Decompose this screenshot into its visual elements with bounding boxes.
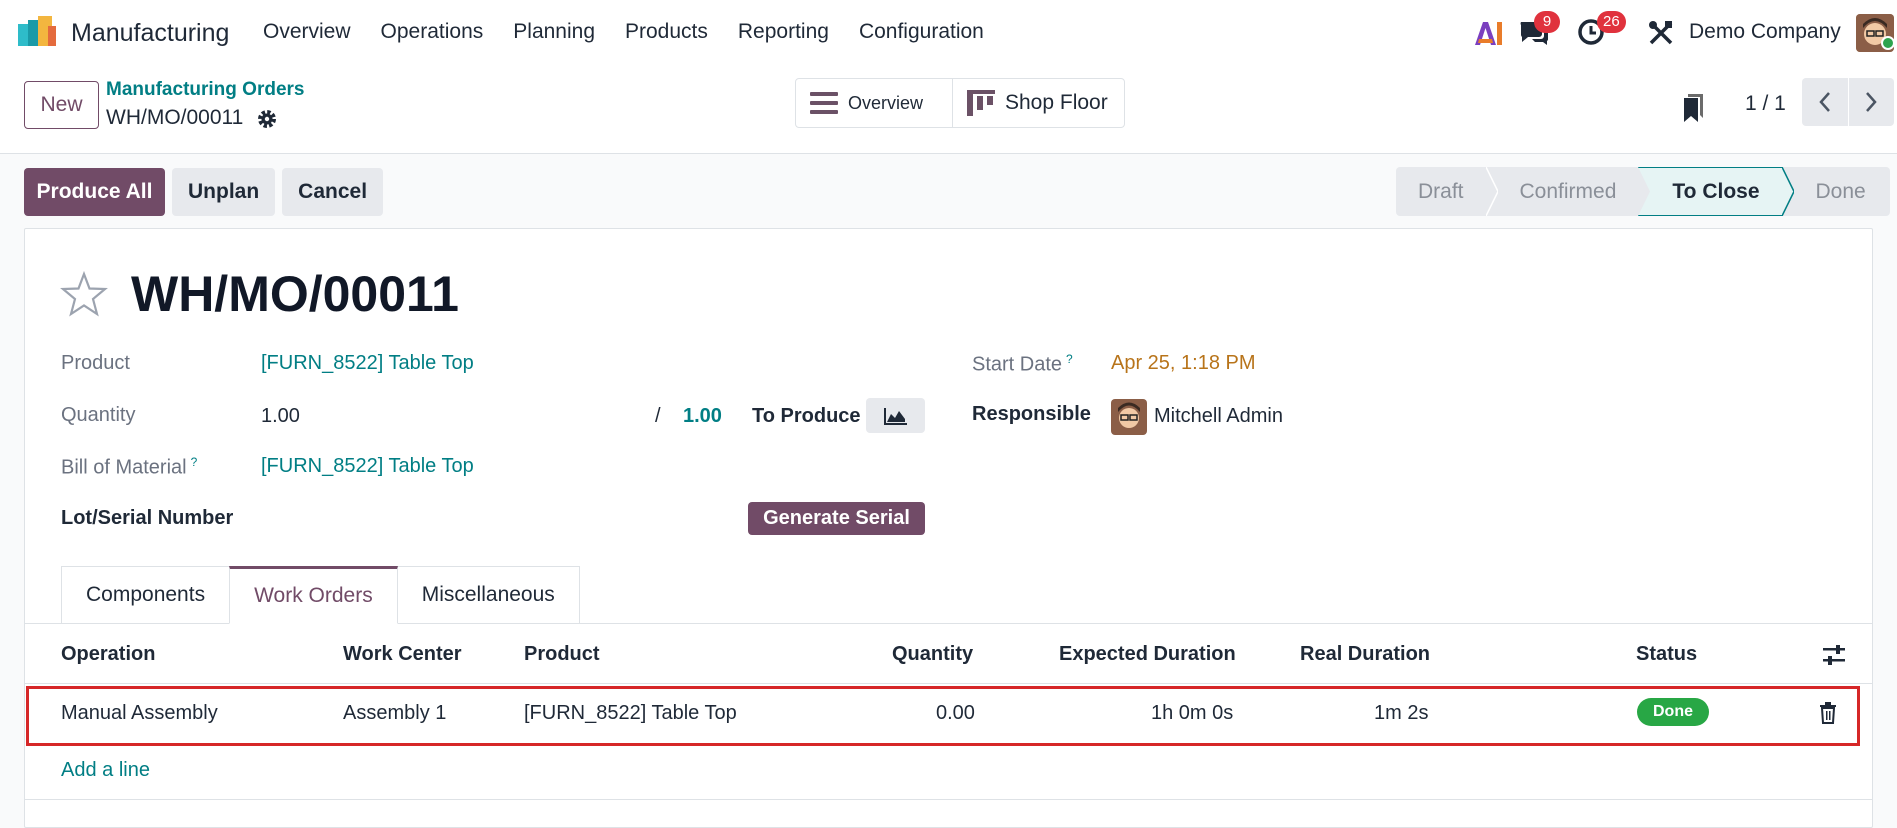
cell-quantity[interactable]: 0.00 [936, 702, 975, 725]
tab-miscellaneous[interactable]: Miscellaneous [396, 566, 580, 624]
online-status-dot [1881, 36, 1895, 50]
menu-products[interactable]: Products [625, 20, 708, 44]
menu-reporting[interactable]: Reporting [738, 20, 829, 44]
lot-serial-label: Lot/Serial Number [61, 507, 234, 529]
product-value[interactable]: [FURN_8522] Table Top [261, 352, 474, 375]
stage-arrow [1485, 167, 1498, 216]
quantity-label: Quantity [61, 404, 136, 426]
stage-confirmed-label: Confirmed [1519, 180, 1617, 203]
pager-value[interactable]: 1 / 1 [1745, 92, 1786, 116]
stage-draft[interactable]: Draft [1396, 167, 1498, 216]
bom-value[interactable]: [FURN_8522] Table Top [261, 455, 474, 478]
column-real-duration[interactable]: Real Duration [1300, 643, 1430, 666]
trash-icon[interactable] [1818, 702, 1838, 724]
record-title: WH/MO/00011 [131, 266, 459, 322]
cell-real-duration[interactable]: 1m 2s [1374, 702, 1428, 725]
column-expected-duration[interactable]: Expected Duration [1059, 643, 1236, 666]
chat-badge: 9 [1534, 11, 1560, 33]
breadcrumb-current: WH/MO/00011 [106, 106, 244, 129]
to-produce-label: To Produce [752, 405, 861, 427]
stage-arrow [1638, 167, 1651, 216]
view-switcher: Overview Shop Floor [795, 78, 1125, 128]
table-header-divider [25, 683, 1872, 684]
responsible-value[interactable]: Mitchell Admin [1154, 405, 1283, 428]
table-bottom-divider [25, 799, 1872, 800]
shop-floor-button[interactable]: Shop Floor [953, 79, 1122, 127]
main-menu: Overview Operations Planning Products Re… [263, 20, 1014, 44]
area-chart-icon [883, 407, 907, 425]
shop-floor-label: Shop Floor [1005, 91, 1108, 114]
ai-icon[interactable] [1473, 19, 1503, 47]
manufacturing-app-icon[interactable] [18, 16, 60, 46]
responsible-avatar [1111, 399, 1147, 435]
cell-expected-duration[interactable]: 1h 0m 0s [1151, 702, 1233, 725]
column-status[interactable]: Status [1636, 643, 1697, 666]
generate-serial-button[interactable]: Generate Serial [748, 502, 925, 535]
stage-done[interactable]: Done [1781, 167, 1890, 216]
stage-to-close[interactable]: To Close [1638, 167, 1794, 216]
start-date-label-text: Start Date [972, 353, 1063, 376]
shop-floor-icon [967, 90, 995, 116]
quantity-separator: / [655, 405, 661, 427]
column-work-center[interactable]: Work Center [343, 643, 462, 666]
stage-confirmed[interactable]: Confirmed [1485, 167, 1651, 216]
quantity-total[interactable]: 1.00 [683, 405, 722, 428]
cell-work-center[interactable]: Assembly 1 [343, 702, 446, 725]
menu-configuration[interactable]: Configuration [859, 20, 984, 44]
start-date-value[interactable]: Apr 25, 1:18 PM [1111, 352, 1256, 375]
debug-tools-icon[interactable] [1648, 20, 1674, 46]
star-icon[interactable] [60, 271, 108, 319]
new-button[interactable]: New [24, 81, 99, 129]
status-bar: Draft Confirmed To Close Done [1396, 167, 1890, 216]
status-badge: Done [1637, 698, 1709, 726]
stage-to-close-label: To Close [1672, 180, 1760, 203]
pager-previous-button[interactable] [1802, 78, 1848, 126]
cell-product[interactable]: [FURN_8522] Table Top [524, 702, 737, 725]
pager-next-button[interactable] [1848, 78, 1894, 126]
produce-all-button[interactable]: Produce All [24, 168, 165, 216]
tab-work-orders[interactable]: Work Orders [229, 566, 398, 624]
bom-help-icon[interactable]: ? [191, 455, 198, 469]
list-icon [810, 92, 838, 114]
breadcrumb-manufacturing-orders[interactable]: Manufacturing Orders [106, 79, 304, 101]
optional-columns-icon[interactable] [1822, 644, 1846, 666]
gear-icon[interactable] [256, 108, 278, 130]
top-navbar: Manufacturing Overview Operations Planni… [0, 0, 1897, 66]
notebook-tabs: Components Work Orders Miscellaneous [61, 566, 580, 624]
control-panel: New Manufacturing Orders WH/MO/00011 Ove… [0, 66, 1897, 154]
add-line-link[interactable]: Add a line [61, 759, 150, 782]
company-switcher[interactable]: Demo Company [1689, 20, 1841, 44]
product-label: Product [61, 352, 130, 374]
responsible-label: Responsible [972, 403, 1091, 425]
column-operation[interactable]: Operation [61, 643, 155, 666]
stage-arrow [1781, 167, 1794, 216]
unplan-button[interactable]: Unplan [172, 168, 276, 216]
start-date-help-icon[interactable]: ? [1066, 352, 1073, 366]
cell-operation[interactable]: Manual Assembly [61, 702, 218, 725]
overview-label: Overview [848, 92, 924, 113]
column-quantity[interactable]: Quantity [892, 643, 973, 666]
stage-done-label: Done [1815, 180, 1866, 203]
tab-components[interactable]: Components [61, 566, 231, 624]
bom-label-text: Bill of Material [61, 456, 187, 479]
forecast-chart-button[interactable] [866, 398, 925, 433]
menu-operations[interactable]: Operations [381, 20, 484, 44]
cancel-button[interactable]: Cancel [282, 168, 384, 216]
start-date-label: Start Date? [972, 352, 1073, 377]
column-product[interactable]: Product [524, 643, 600, 666]
bom-label: Bill of Material? [61, 455, 197, 480]
app-name[interactable]: Manufacturing [71, 19, 229, 48]
menu-overview[interactable]: Overview [263, 20, 351, 44]
activity-badge: 26 [1597, 11, 1626, 33]
menu-planning[interactable]: Planning [513, 20, 595, 44]
stage-draft-label: Draft [1418, 180, 1464, 203]
overview-button[interactable]: Overview [796, 79, 953, 127]
action-bar: Produce All Unplan Cancel [24, 168, 384, 216]
quantity-input[interactable]: 1.00 [261, 405, 300, 428]
chevron-right-icon [1866, 92, 1877, 112]
chevron-left-icon [1819, 92, 1830, 112]
bookmark-icon[interactable] [1682, 93, 1706, 123]
pager-buttons [1802, 78, 1894, 126]
